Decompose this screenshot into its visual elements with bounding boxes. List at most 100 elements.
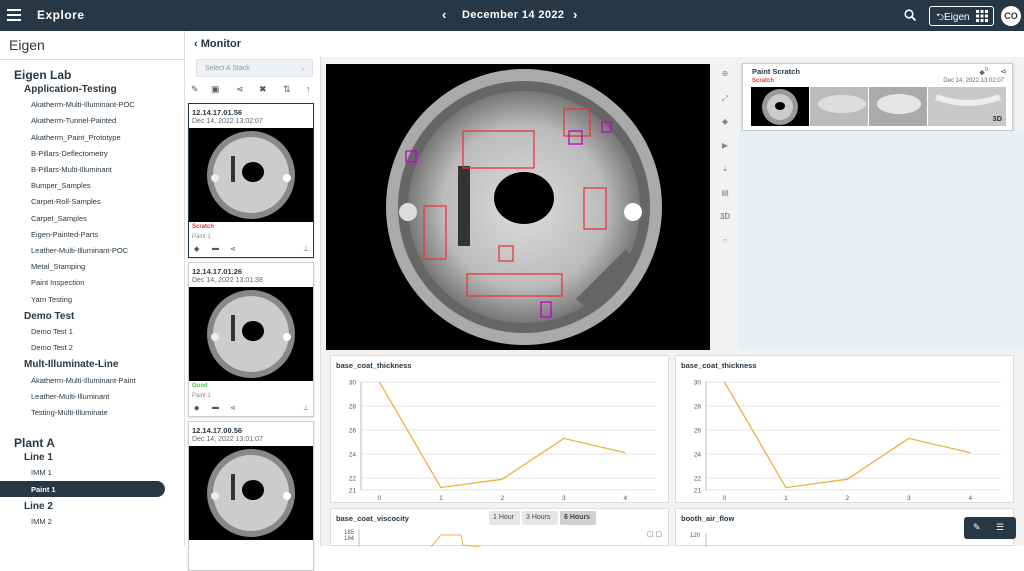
sidebar-item[interactable]: Paint Inspection (31, 278, 84, 287)
chart-tools-icon[interactable]: ▢ ▢ (647, 530, 662, 538)
card-actions: ◆ ▬ ⋖ ⊥ (194, 245, 309, 254)
card-timestamp: Dec 14, 2022 13:01:38 (192, 277, 263, 284)
share-icon[interactable]: ⋖ (230, 404, 236, 412)
card-thumbnail (189, 128, 313, 222)
sidebar-item[interactable]: Demo Test 2 (31, 343, 73, 352)
sidebar-item[interactable]: Akatherm-Multi-Illuminant-POC (31, 100, 135, 109)
sidebar-item[interactable]: IMM 2 (31, 517, 52, 526)
y-tick-label: 24 (694, 452, 702, 459)
sidebar-group[interactable]: Mult-Illuminate-Line (24, 359, 118, 370)
sidebar-group[interactable]: Demo Test (24, 311, 74, 322)
inspection-card[interactable]: 12.14.17.01.26 Dec 14, 2022 13:01:38 Goo… (188, 262, 314, 417)
view-3d-button[interactable]: 3D (720, 212, 730, 222)
settings-icon[interactable]: ○ (720, 236, 730, 246)
info-title: Paint Scratch (752, 67, 800, 76)
sidebar-group[interactable]: Application-Testing (24, 84, 117, 95)
pin-icon[interactable]: ⊥ (303, 404, 309, 412)
card-part: Paint 1 (192, 393, 211, 399)
comment-icon[interactable]: ▬ (212, 245, 219, 252)
y-tick-label: 28 (349, 404, 357, 411)
tag-icon[interactable]: ◆ (720, 117, 730, 127)
hamburger-menu-icon[interactable] (7, 9, 21, 21)
card-actions: ◆ ▬ ⋖ ⊥ (194, 404, 309, 413)
card-timestamp: Dec 14, 2022 13:01:07 (192, 436, 263, 443)
share-icon[interactable]: ⋖ (230, 245, 236, 253)
x-tick-label: 4 (623, 495, 627, 502)
inspection-card[interactable]: 12.14.17.01.56 Dec 14, 2022 13:02:07 Scr… (188, 103, 314, 258)
sidebar-item[interactable]: B-Pillars-Deflectometry (31, 149, 108, 158)
comment-icon[interactable]: ▬ (212, 404, 219, 411)
edit-icon[interactable]: ✎ (973, 522, 981, 533)
sidebar-item[interactable]: Carpet-Roll-Samples (31, 197, 101, 206)
x-tick-label: 2 (846, 495, 850, 502)
thumbnail-main[interactable] (751, 87, 809, 126)
share-icon[interactable]: ⋖ (1000, 67, 1007, 76)
user-avatar[interactable]: CO (1001, 6, 1021, 26)
sidebar-item[interactable]: Demo Test 1 (31, 327, 73, 336)
share-icon[interactable]: ⋖ (236, 84, 246, 94)
sidebar-item[interactable]: B-Pillars-Multi-Illuminant (31, 165, 112, 174)
tag-icon[interactable]: ◆ (194, 404, 199, 412)
sidebar-item[interactable]: Leather-Multi-Illuminant-POC (31, 246, 128, 255)
x-tick-label: 0 (378, 495, 382, 502)
list-icon[interactable]: ☰ (996, 522, 1004, 533)
tag-icon[interactable]: ◆ (194, 245, 199, 253)
sidebar-item[interactable]: Akatherm-Tunnel-Painted (31, 116, 116, 125)
sidebar-item[interactable]: Yarn Testing (31, 295, 72, 304)
sidebar-item[interactable]: IMM 1 (31, 468, 52, 477)
viewer-toolbar: ⊕ ⤢ ◆ ▶ ⤓ ▤ 3D ○ (715, 64, 735, 294)
main-panel: ‹ Monitor Select A Stack ⌄ ✎ ▣ ⋖ ✖ ⇅ ↑ 12… (186, 31, 1024, 571)
card-thumbnail (189, 287, 313, 381)
zoom-icon[interactable]: ⊕ (720, 69, 730, 79)
stack-toolbar: ✎ ▣ ⋖ ✖ ⇅ ↑ (186, 84, 321, 98)
sidebar-item[interactable]: Carpet_Samples (31, 214, 87, 223)
sidebar-section[interactable]: Plant A (14, 436, 55, 450)
search-icon[interactable] (904, 9, 916, 21)
chart-base-coat-viscocity: base_coat_viscocity 1 Hour 3 Hours 6 Hou… (330, 508, 669, 547)
save-icon[interactable]: ▣ (211, 84, 221, 94)
eigen-app-button[interactable]: ⮌Eigen (929, 6, 994, 26)
card-status: Scratch (192, 224, 215, 230)
series-line (378, 381, 626, 489)
inspection-image (386, 69, 662, 345)
current-date: December 14 2022 (462, 9, 565, 21)
sidebar-item[interactable]: Bumper_Samples (31, 181, 91, 190)
detail-background (739, 131, 1024, 349)
comments-icon[interactable]: ▤ (720, 188, 730, 198)
edit-toolbar: ✎ ☰ (964, 517, 1016, 539)
sidebar-section[interactable]: Eigen Lab (14, 68, 71, 82)
thumbnail-view4[interactable]: 3D (928, 87, 1006, 126)
inspection-card[interactable]: 12.14.17.00.56 Dec 14, 2022 13:01:07 (188, 421, 314, 571)
sidebar-item[interactable]: Akatherm-Multi-Illuminant-Paint (31, 376, 136, 385)
sidebar-item[interactable]: Akatherm_Paint_Prototype (31, 133, 121, 142)
prev-date-button[interactable]: ‹ (442, 7, 446, 22)
thumbnail-view2[interactable] (810, 87, 868, 126)
pin-icon[interactable]: ✎ (191, 84, 201, 94)
sort-icon[interactable]: ⇅ (283, 84, 293, 94)
card-id: 12.14.17.01.26 (192, 267, 243, 276)
fullscreen-icon[interactable]: ⤢ (720, 94, 730, 104)
thumbnail-view3[interactable] (869, 87, 927, 126)
sidebar-item[interactable]: Paint 1 (31, 485, 56, 494)
pin-icon[interactable]: ⊥ (303, 245, 309, 253)
download-icon[interactable]: ⤓ (720, 164, 730, 174)
sidebar-group[interactable]: Line 2 (24, 501, 53, 512)
stack-column: Select A Stack ⌄ ✎ ▣ ⋖ ✖ ⇅ ↑ 12.14.17.01.… (186, 57, 321, 571)
x-tick-label: 3 (562, 495, 566, 502)
tag-count-icon[interactable]: ◆0 (979, 67, 988, 76)
sidebar-item[interactable]: Eigen-Painted-Parts (31, 230, 98, 239)
sidebar-item[interactable]: Testing-Multi-Illuminate (31, 408, 108, 417)
play-icon[interactable]: ▶ (720, 141, 730, 151)
card-thumbnail (189, 446, 313, 540)
sidebar-item[interactable]: Metal_Stamping (31, 262, 85, 271)
delete-icon[interactable]: ✖ (259, 84, 269, 94)
next-date-button[interactable]: › (573, 7, 577, 22)
x-tick-label: 0 (723, 495, 727, 502)
image-viewer[interactable] (326, 64, 710, 350)
y-tick-label: 30 (694, 380, 702, 387)
stack-select[interactable]: Select A Stack ⌄ (196, 59, 313, 77)
sidebar-item[interactable]: Leather-Multi-Illuminant (31, 392, 109, 401)
sidebar-group[interactable]: Line 1 (24, 452, 53, 463)
upload-icon[interactable]: ↑ (306, 84, 316, 94)
line-chart: 21 22 24 26 28 30 0 1 2 3 4 (349, 380, 656, 502)
